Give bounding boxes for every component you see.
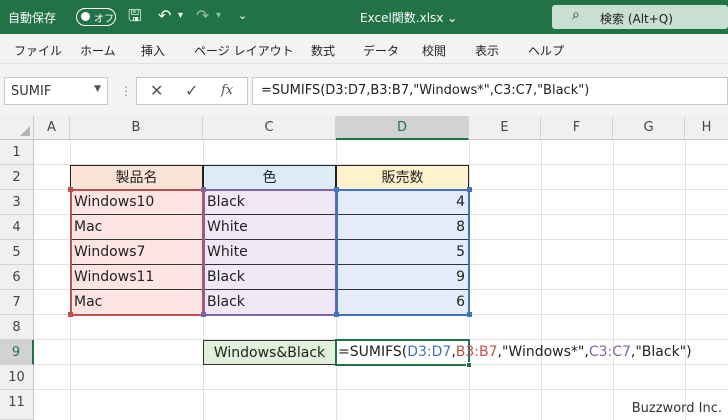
range-handle[interactable] bbox=[68, 187, 73, 192]
redo-icon[interactable]: ↷ bbox=[196, 6, 209, 26]
autosave-toggle[interactable]: オフ bbox=[76, 8, 116, 26]
tab-home[interactable]: ホーム bbox=[80, 42, 116, 59]
range-handle[interactable] bbox=[201, 312, 206, 317]
range-border-d3-d7 bbox=[336, 189, 470, 316]
range-handle[interactable] bbox=[201, 187, 206, 192]
search-placeholder: 検索 (Alt+Q) bbox=[600, 12, 673, 26]
toggle-state: オフ bbox=[94, 14, 114, 25]
table-header-color[interactable]: 色 bbox=[203, 165, 336, 190]
toggle-knob bbox=[81, 12, 90, 21]
range-handle[interactable] bbox=[467, 312, 472, 317]
select-all-button[interactable] bbox=[0, 116, 34, 140]
name-box[interactable]: SUMIF ▼ bbox=[4, 77, 108, 105]
tab-page-layout[interactable]: ページ レイアウト bbox=[194, 42, 294, 59]
insert-function-icon[interactable]: fx bbox=[221, 83, 233, 98]
formula-input[interactable]: =SUMIFS(D3:D7,B3:B7,"Windows*",C3:C7,"Bl… bbox=[252, 77, 728, 105]
formula-ref-b: B3:B7 bbox=[455, 344, 498, 360]
undo-dropdown-icon[interactable]: ▾ bbox=[178, 6, 183, 26]
tab-data[interactable]: データ bbox=[363, 42, 399, 59]
file-name[interactable]: Excel関数.xlsx ⌄ bbox=[360, 9, 457, 26]
resize-dots-icon[interactable]: ⋮ bbox=[120, 84, 132, 98]
table-header-sales[interactable]: 販売数 bbox=[336, 165, 469, 190]
gridline bbox=[541, 140, 542, 420]
column-header-e[interactable]: E bbox=[469, 116, 541, 140]
formula-ref-c: C3:C7 bbox=[588, 344, 631, 360]
ribbon-tabs: ファイル ホーム 挿入 ページ レイアウト 数式 データ 校閲 表示 ヘルプ bbox=[0, 34, 728, 64]
formula-ref-d: D3:D7 bbox=[407, 344, 452, 360]
tab-help[interactable]: ヘルプ bbox=[528, 42, 564, 59]
formula-part: ,"Windows*", bbox=[497, 344, 589, 360]
row-header-7[interactable]: 7 bbox=[0, 290, 34, 315]
formula-bar: SUMIF ▼ ⋮ ✕ ✓ fx =SUMIFS(D3:D7,B3:B7,"Wi… bbox=[0, 64, 728, 116]
tab-review[interactable]: 校閲 bbox=[422, 42, 446, 59]
row-header-2[interactable]: 2 bbox=[0, 165, 34, 190]
row-header-10[interactable]: 10 bbox=[0, 365, 34, 390]
chevron-down-icon[interactable]: ▼ bbox=[94, 84, 101, 94]
search-icon: ⌕ bbox=[572, 7, 580, 23]
range-border-c3-c7 bbox=[203, 189, 337, 316]
worksheet-grid[interactable]: A B C D E F G H 1 2 3 4 5 6 7 8 9 10 11 … bbox=[0, 116, 728, 420]
save-icon[interactable]: 🖫 bbox=[128, 6, 142, 26]
tab-formulas[interactable]: 数式 bbox=[311, 42, 335, 59]
row-header-6[interactable]: 6 bbox=[0, 265, 34, 290]
gridline bbox=[685, 140, 686, 420]
column-header-a[interactable]: A bbox=[34, 116, 70, 140]
row-header-5[interactable]: 5 bbox=[0, 240, 34, 265]
column-header-c[interactable]: C bbox=[203, 116, 336, 140]
column-header-g[interactable]: G bbox=[613, 116, 685, 140]
select-all-icon bbox=[20, 126, 30, 136]
column-header-h[interactable]: H bbox=[685, 116, 728, 140]
tab-view[interactable]: 表示 bbox=[475, 42, 499, 59]
range-handle[interactable] bbox=[334, 312, 339, 317]
range-handle[interactable] bbox=[334, 187, 339, 192]
gridline bbox=[613, 140, 614, 420]
range-handle[interactable] bbox=[68, 312, 73, 317]
enter-icon[interactable]: ✓ bbox=[185, 81, 198, 100]
name-box-value: SUMIF bbox=[11, 84, 52, 99]
table-header-product[interactable]: 製品名 bbox=[70, 165, 203, 190]
formula-buttons: ✕ ✓ fx bbox=[136, 77, 248, 105]
column-header-d[interactable]: D bbox=[336, 116, 469, 140]
formula-part: =SUMIFS( bbox=[338, 344, 408, 360]
redo-dropdown-icon[interactable]: ▾ bbox=[216, 6, 221, 26]
cell-edit-formula[interactable]: =SUMIFS(D3:D7,B3:B7,"Windows*",C3:C7,"Bl… bbox=[337, 340, 697, 365]
autosave-label: 自動保存 bbox=[8, 11, 57, 25]
range-border-b3-b7 bbox=[70, 189, 204, 316]
cancel-icon[interactable]: ✕ bbox=[150, 81, 163, 100]
range-handle[interactable] bbox=[467, 187, 472, 192]
row-header-9[interactable]: 9 bbox=[0, 340, 34, 365]
formula-text: =SUMIFS(D3:D7,B3:B7,"Windows*",C3:C7,"Bl… bbox=[261, 83, 590, 98]
search-box[interactable]: ⌕ 検索 (Alt+Q) bbox=[552, 5, 728, 29]
row-header-3[interactable]: 3 bbox=[0, 190, 34, 215]
criteria-label-cell[interactable]: Windows&Black bbox=[203, 340, 336, 365]
row-header-11[interactable]: 11 bbox=[0, 390, 34, 420]
row-header-1[interactable]: 1 bbox=[0, 140, 34, 165]
formula-part: ,"Black") bbox=[630, 344, 692, 360]
quick-access-customize-icon[interactable]: ⌄ bbox=[238, 6, 247, 26]
gridline bbox=[34, 389, 728, 390]
watermark: Buzzword Inc. bbox=[631, 401, 722, 416]
tab-file[interactable]: ファイル bbox=[14, 42, 62, 59]
row-header-8[interactable]: 8 bbox=[0, 315, 34, 340]
file-name-text: Excel関数.xlsx bbox=[360, 11, 444, 25]
chevron-down-icon: ⌄ bbox=[447, 11, 458, 25]
row-header-4[interactable]: 4 bbox=[0, 215, 34, 240]
column-header-f[interactable]: F bbox=[541, 116, 613, 140]
title-bar: 自動保存 オフ 🖫 ↶ ▾ ↷ ▾ ⌄ Excel関数.xlsx ⌄ ⌕ 検索 … bbox=[0, 0, 728, 34]
undo-icon[interactable]: ↶ bbox=[158, 6, 171, 26]
column-header-b[interactable]: B bbox=[70, 116, 203, 140]
tab-insert[interactable]: 挿入 bbox=[141, 42, 165, 59]
